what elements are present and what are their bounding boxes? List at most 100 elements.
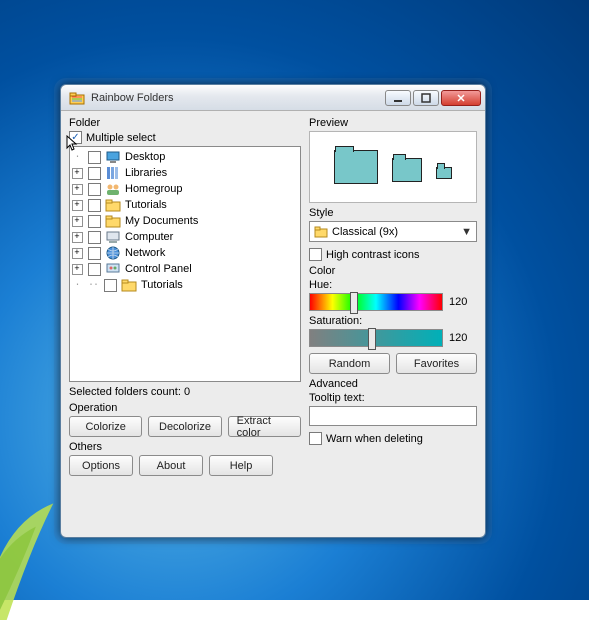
- tree-checkbox[interactable]: [88, 167, 101, 180]
- tree-item-label: Libraries: [123, 167, 167, 179]
- tree-item[interactable]: + Network: [70, 245, 298, 261]
- color-section: Color Hue: 120 Saturation: 120 Random Fa…: [309, 265, 477, 374]
- close-button[interactable]: [441, 90, 481, 106]
- network-icon: [105, 245, 121, 261]
- window-title: Rainbow Folders: [89, 92, 383, 104]
- preview-section: Preview: [309, 117, 477, 203]
- decolorize-button[interactable]: Decolorize: [148, 416, 221, 437]
- about-button[interactable]: About: [139, 455, 203, 476]
- tree-item[interactable]: + Homegroup: [70, 181, 298, 197]
- random-button[interactable]: Random: [309, 353, 390, 374]
- folder-section: Folder Multiple select ·Desktop + Librarie…: [69, 117, 301, 398]
- tree-checkbox[interactable]: [88, 263, 101, 276]
- preview-folder-medium-icon: [392, 158, 422, 182]
- minimize-button[interactable]: [385, 90, 411, 106]
- favorites-button[interactable]: Favorites: [396, 353, 477, 374]
- right-panel: Preview Style Classical (9x) ▼: [309, 117, 477, 529]
- expand-icon[interactable]: +: [72, 168, 83, 179]
- others-label: Others: [69, 441, 301, 453]
- folder-icon: [105, 197, 121, 213]
- computer-icon: [105, 229, 121, 245]
- style-selected: Classical (9x): [332, 226, 457, 238]
- preview-folder-large-icon: [334, 150, 378, 184]
- saturation-slider[interactable]: [309, 329, 443, 347]
- operation-label: Operation: [69, 402, 301, 414]
- tree-checkbox[interactable]: [88, 247, 101, 260]
- style-label: Style: [309, 207, 477, 219]
- expand-icon[interactable]: +: [72, 200, 83, 211]
- help-button[interactable]: Help: [209, 455, 273, 476]
- selected-count: Selected folders count: 0: [69, 386, 301, 398]
- left-panel: Folder Multiple select ·Desktop + Librarie…: [69, 117, 301, 529]
- options-button[interactable]: Options: [69, 455, 133, 476]
- high-contrast-checkbox[interactable]: [309, 248, 322, 261]
- tree-checkbox[interactable]: [88, 231, 101, 244]
- saturation-value: 120: [449, 332, 477, 344]
- colorize-button[interactable]: Colorize: [69, 416, 142, 437]
- app-window: Rainbow Folders Folder Multiple select ·…: [60, 84, 486, 538]
- style-section: Style Classical (9x) ▼ High contrast ico…: [309, 207, 477, 261]
- tree-item[interactable]: ·Desktop: [70, 149, 298, 165]
- color-label: Color: [309, 265, 477, 277]
- tree-item[interactable]: ···Tutorials: [70, 277, 298, 293]
- app-icon: [69, 90, 85, 106]
- folder-icon: [121, 277, 137, 293]
- folder-icon: [314, 225, 328, 239]
- expand-icon[interactable]: +: [72, 216, 83, 227]
- high-contrast-row[interactable]: High contrast icons: [309, 248, 477, 261]
- multiple-select-checkbox[interactable]: [69, 131, 82, 144]
- hue-value: 120: [449, 296, 477, 308]
- tooltip-text-label: Tooltip text:: [309, 392, 365, 404]
- warn-checkbox[interactable]: [309, 432, 322, 445]
- preview-box: [309, 131, 477, 203]
- others-section: Others Options About Help: [69, 441, 301, 476]
- tooltip-text-input[interactable]: [309, 406, 477, 426]
- preview-label: Preview: [309, 117, 477, 129]
- desktop-background: Rainbow Folders Folder Multiple select ·…: [0, 0, 589, 600]
- chevron-down-icon: ▼: [461, 226, 472, 238]
- tree-checkbox[interactable]: [88, 183, 101, 196]
- high-contrast-label: High contrast icons: [326, 249, 420, 261]
- saturation-label: Saturation:: [309, 315, 477, 327]
- hue-thumb[interactable]: [350, 292, 358, 314]
- tree-item-label: My Documents: [123, 215, 198, 227]
- saturation-thumb[interactable]: [368, 328, 376, 350]
- homegroup-icon: [105, 181, 121, 197]
- multiple-select-label: Multiple select: [86, 132, 156, 144]
- hue-label: Hue:: [309, 279, 332, 291]
- tree-item[interactable]: + Tutorials: [70, 197, 298, 213]
- folder-icon: [105, 213, 121, 229]
- tree-item-label: Homegroup: [123, 183, 182, 195]
- tree-checkbox[interactable]: [88, 151, 101, 164]
- desktop-icon: [105, 149, 121, 165]
- preview-folder-small-icon: [436, 167, 452, 179]
- style-dropdown[interactable]: Classical (9x) ▼: [309, 221, 477, 242]
- expand-icon[interactable]: +: [72, 248, 83, 259]
- libraries-icon: [105, 165, 121, 181]
- expand-icon[interactable]: +: [72, 264, 83, 275]
- tree-item[interactable]: +Computer: [70, 229, 298, 245]
- tree-item[interactable]: + Control Panel: [70, 261, 298, 277]
- advanced-section: Advanced Tooltip text: Warn when deletin…: [309, 378, 477, 445]
- folder-tree[interactable]: ·Desktop + Libraries + Homegroup + Tutorials + M…: [69, 146, 301, 382]
- titlebar[interactable]: Rainbow Folders: [61, 85, 485, 111]
- maximize-button[interactable]: [413, 90, 439, 106]
- multiple-select-row[interactable]: Multiple select: [69, 131, 301, 144]
- tree-item[interactable]: + My Documents: [70, 213, 298, 229]
- hue-slider[interactable]: [309, 293, 443, 311]
- tree-item-label: Network: [123, 247, 165, 259]
- tree-checkbox[interactable]: [104, 279, 117, 292]
- expand-icon[interactable]: +: [72, 232, 83, 243]
- tree-item[interactable]: + Libraries: [70, 165, 298, 181]
- folder-label: Folder: [69, 117, 301, 129]
- window-body: Folder Multiple select ·Desktop + Librarie…: [61, 111, 485, 537]
- tree-item-label: Tutorials: [123, 199, 167, 211]
- tree-item-label: Desktop: [123, 151, 165, 163]
- tree-item-label: Control Panel: [123, 263, 192, 275]
- extract-color-button[interactable]: Extract color: [228, 416, 301, 437]
- tree-checkbox[interactable]: [88, 199, 101, 212]
- tree-item-label: Tutorials: [139, 279, 183, 291]
- tree-checkbox[interactable]: [88, 215, 101, 228]
- warn-row[interactable]: Warn when deleting: [309, 432, 477, 445]
- expand-icon[interactable]: +: [72, 184, 83, 195]
